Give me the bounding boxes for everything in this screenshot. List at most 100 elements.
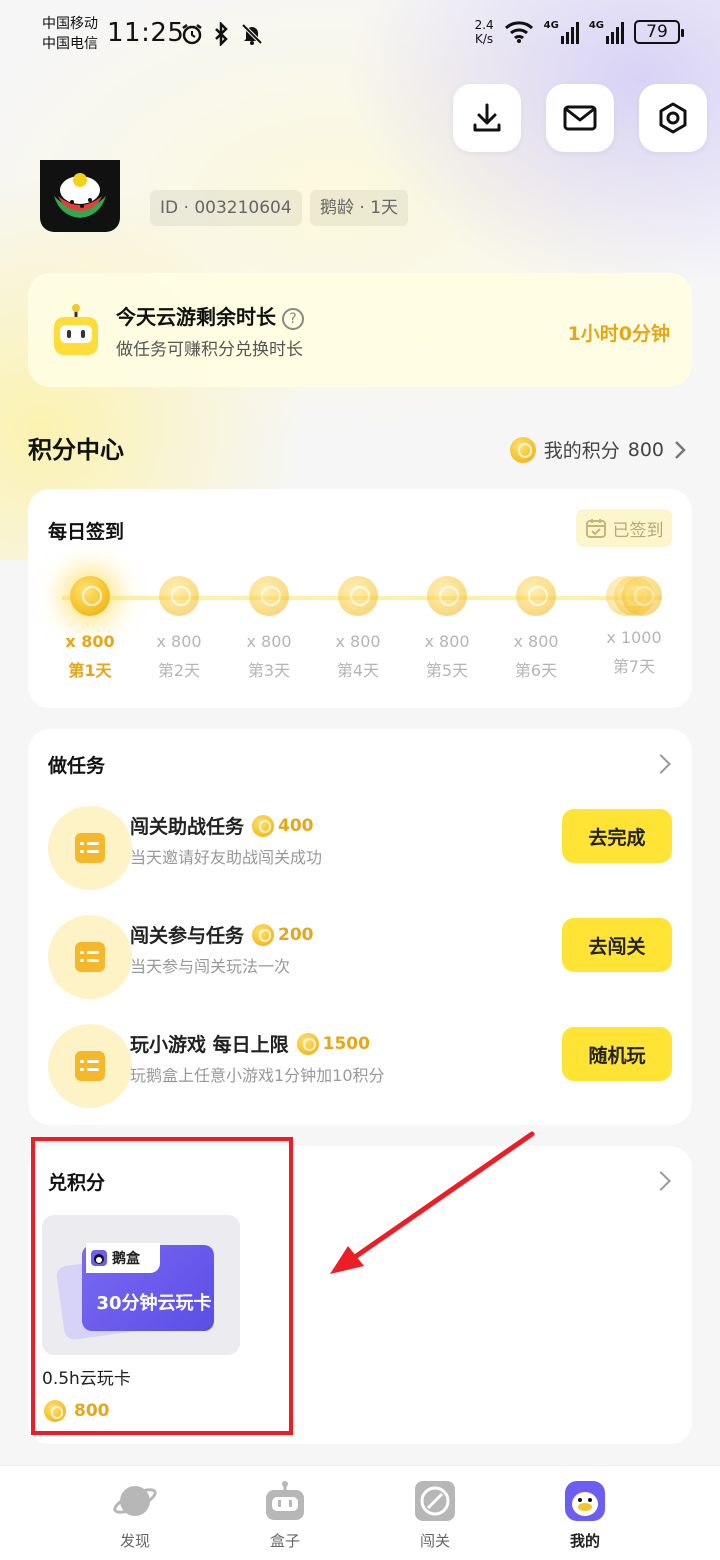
coin-stack-icon bbox=[606, 576, 662, 616]
carrier-2: 中国电信 bbox=[42, 36, 98, 52]
checkin-day-5: x 800 第5天 bbox=[402, 576, 492, 681]
status-icons bbox=[180, 22, 264, 46]
checkin-day-amount: x 800 bbox=[335, 632, 381, 651]
nav-label: 闯关 bbox=[419, 1532, 450, 1550]
task-action-button[interactable]: 去完成 bbox=[562, 809, 672, 863]
task-action-button[interactable]: 随机玩 bbox=[562, 1027, 672, 1081]
nav-item-challenge[interactable]: 闯关 bbox=[375, 1480, 495, 1551]
signal-1-label: 4G bbox=[543, 20, 559, 31]
task-points: 1500 bbox=[296, 1032, 370, 1055]
nav-item-box[interactable]: 盒子 bbox=[225, 1480, 345, 1551]
points-center-title: 积分中心 bbox=[28, 436, 124, 464]
task-item: 闯关助战任务 400 当天邀请好友助战闯关成功 去完成 bbox=[48, 806, 672, 896]
mail-button[interactable] bbox=[546, 84, 614, 152]
tasks-title: 做任务 bbox=[48, 755, 106, 777]
chevron-right-icon bbox=[675, 440, 686, 459]
task-name: 闯关助战任务 400 bbox=[130, 812, 314, 839]
coin-icon bbox=[249, 576, 289, 616]
download-button[interactable] bbox=[453, 84, 521, 152]
checkin-day-6: x 800 第6天 bbox=[491, 576, 581, 681]
battery-indicator: 79 bbox=[634, 20, 684, 44]
annotation-arrow bbox=[330, 1131, 535, 1274]
task-name: 玩小游戏 每日上限 1500 bbox=[130, 1030, 370, 1057]
signal-icon-1: 4G bbox=[544, 20, 579, 44]
bluetooth-icon bbox=[215, 22, 228, 46]
nav-label: 发现 bbox=[119, 1532, 150, 1550]
cloud-time-card[interactable]: 今天云游剩余时长? 做任务可赚积分兑换时长 1小时0分钟 bbox=[28, 273, 692, 387]
cloud-time-subtitle: 做任务可赚积分兑换时长 bbox=[116, 340, 303, 360]
checkin-day-3: x 800 第3天 bbox=[224, 576, 314, 681]
checkin-day-amount: x 1000 bbox=[606, 628, 662, 647]
task-desc: 当天参与闯关玩法一次 bbox=[130, 957, 291, 976]
status-right: 2.4 K/s 4G 4G 79 bbox=[475, 18, 684, 46]
coin-icon bbox=[338, 576, 378, 616]
coin-icon bbox=[427, 576, 467, 616]
coin-icon bbox=[159, 576, 199, 616]
coin-icon bbox=[509, 436, 536, 463]
signal-2-label: 4G bbox=[588, 20, 604, 31]
task-list-icon bbox=[48, 806, 132, 890]
task-name-text: 玩小游戏 每日上限 bbox=[130, 1034, 289, 1056]
task-name-text: 闯关助战任务 bbox=[130, 816, 245, 838]
checkin-status-text: 已签到 bbox=[612, 520, 664, 541]
checkin-day-label: 第2天 bbox=[157, 661, 201, 680]
task-points-value: 400 bbox=[278, 815, 314, 836]
status-time: 11:25 bbox=[107, 18, 185, 48]
avatar[interactable] bbox=[40, 160, 120, 232]
checkin-day-amount: x 800 bbox=[513, 632, 559, 651]
status-bar: 中国移动 中国电信 11:25 2.4 K/s 4G 4G 79 bbox=[0, 0, 720, 72]
task-points-value: 200 bbox=[278, 924, 314, 945]
checkin-day-amount: x 800 bbox=[65, 632, 115, 651]
net-speed: 2.4 K/s bbox=[475, 18, 494, 46]
task-list-icon bbox=[48, 915, 132, 999]
coin-icon bbox=[252, 814, 275, 837]
cloud-time-title: 今天云游剩余时长? bbox=[116, 301, 304, 330]
nav-item-discover[interactable]: 发现 bbox=[75, 1480, 195, 1551]
coin-icon bbox=[70, 576, 110, 616]
user-id-tag: ID · 003210604 bbox=[150, 190, 302, 226]
chevron-right-icon[interactable] bbox=[651, 754, 671, 774]
checkin-day-label: 第3天 bbox=[247, 661, 291, 680]
checkin-day-1: x 800 第1天 bbox=[45, 576, 135, 681]
penguin-icon bbox=[565, 1481, 605, 1521]
settings-button[interactable] bbox=[639, 84, 707, 152]
signal-icon-2: 4G bbox=[589, 20, 624, 44]
carrier-info: 中国移动 中国电信 bbox=[42, 14, 98, 54]
nav-item-me[interactable]: 我的 bbox=[525, 1480, 645, 1551]
checkin-title: 每日签到 bbox=[48, 521, 125, 543]
mail-icon bbox=[563, 105, 597, 131]
net-speed-unit: K/s bbox=[475, 32, 494, 46]
task-points: 200 bbox=[252, 923, 314, 946]
coin-icon bbox=[516, 576, 556, 616]
download-icon bbox=[473, 103, 501, 132]
chevron-right-icon[interactable] bbox=[651, 1171, 671, 1191]
checkin-day-amount: x 800 bbox=[156, 632, 202, 651]
checkin-day-amount: x 800 bbox=[246, 632, 292, 651]
nav-label: 我的 bbox=[569, 1532, 600, 1550]
checkin-day-label: 第7天 bbox=[612, 657, 656, 676]
task-points-value: 1500 bbox=[322, 1033, 370, 1054]
carrier-1: 中国移动 bbox=[42, 16, 98, 32]
my-points-label: 我的积分 bbox=[543, 440, 620, 462]
tasks-card: 做任务 闯关助战任务 400 当天邀请好友助战闯关成功 去完成 闯关参与任务 2… bbox=[28, 729, 692, 1125]
task-desc: 当天邀请好友助战闯关成功 bbox=[130, 848, 323, 867]
checkin-day-4: x 800 第4天 bbox=[313, 576, 403, 681]
checkin-status-badge: 已签到 bbox=[576, 509, 672, 547]
robot-icon bbox=[266, 1481, 304, 1520]
user-age-tag: 鹅龄 · 1天 bbox=[310, 190, 409, 226]
checkin-day-label: 第5天 bbox=[425, 661, 469, 680]
my-points-value: 800 bbox=[627, 438, 664, 461]
checkin-day-7: x 1000 第7天 bbox=[589, 576, 679, 677]
help-icon[interactable]: ? bbox=[282, 307, 304, 330]
penguin-avatar-icon bbox=[40, 160, 120, 232]
my-points-link[interactable]: 我的积分 800 bbox=[509, 436, 688, 463]
coin-icon bbox=[252, 923, 275, 946]
highlight-box bbox=[31, 1137, 293, 1435]
mute-bell-icon bbox=[241, 23, 263, 45]
bottom-nav: 发现 盒子 闯关 我的 bbox=[0, 1465, 720, 1560]
task-list-icon bbox=[48, 1024, 132, 1108]
disc-icon bbox=[415, 1481, 455, 1521]
task-action-button[interactable]: 去闯关 bbox=[562, 918, 672, 972]
task-item: 闯关参与任务 200 当天参与闯关玩法一次 去闯关 bbox=[48, 915, 672, 1005]
checkin-day-label: 第6天 bbox=[514, 661, 558, 680]
